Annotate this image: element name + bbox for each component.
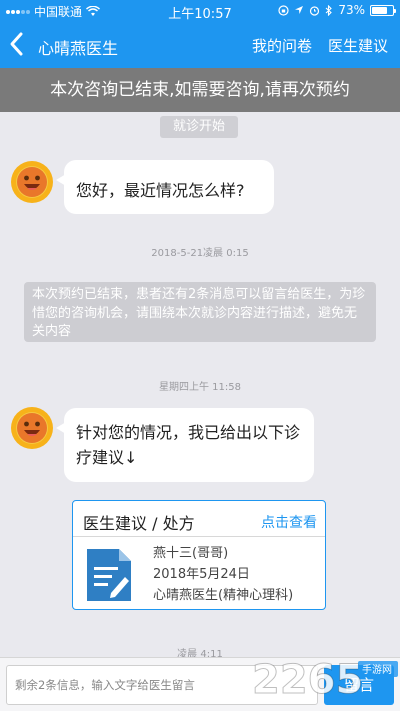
composer-bar: 留言 [0,657,400,711]
prescription-card-title: 医生建议 / 处方 [83,514,195,533]
consultation-start-chip: 就诊开始 [160,116,238,138]
prescription-date: 2018年5月24日 [153,567,250,582]
consultation-ended-banner: 本次咨询已结束,如需要咨询,请再次预约 [0,68,400,112]
prescription-card-header: 医生建议 / 处方 点击查看 [73,501,325,537]
nav-bar: 心晴燕医生 我的问卷 医生建议 [0,20,400,68]
leave-message-button[interactable]: 留言 [324,665,394,705]
back-icon[interactable] [6,30,30,58]
timestamp: 2018-5-21凌晨 0:15 [151,248,249,259]
rotation-lock-icon [278,4,289,16]
doctor-avatar-icon[interactable] [10,406,54,450]
my-questionnaire-link[interactable]: 我的问卷 [252,35,312,56]
prescription-card[interactable]: 医生建议 / 处方 点击查看 燕十三(哥哥) 2018年5月24日 心晴燕医生(… [72,500,326,610]
message-input[interactable] [6,665,318,705]
timestamp: 星期四上午 11:58 [159,382,241,393]
battery-icon [370,4,396,16]
status-bar: 中国联通 上午10:57 73% [0,0,400,22]
nav-title: 心晴燕医生 [38,39,119,58]
prescription-details: 燕十三(哥哥) 2018年5月24日 心晴燕医生(精神心理科) [153,543,293,606]
view-prescription-link[interactable]: 点击查看 [261,512,317,532]
alarm-icon [310,5,320,16]
doctor-avatar-icon[interactable] [10,160,54,204]
doctor-message-greeting: 您好，最近情况怎么样? [56,160,274,214]
battery-percent: 73% [338,3,365,17]
system-message: 本次预约已结束，患者还有2条消息可以留言给医生，为珍惜您的咨询机会，请围绕本次就… [24,282,376,342]
doctor-advice-link[interactable]: 医生建议 [328,35,388,56]
patient-name: 燕十三(哥哥) [153,546,229,561]
nav-actions: 我的问卷 医生建议 [252,35,388,56]
doctor-info: 心晴燕医生(精神心理科) [153,588,294,603]
message-text: 您好，最近情况怎么样? [76,181,245,200]
message-text: 针对您的情况，我已给出以下诊疗建议↓ [76,423,301,467]
document-icon [87,549,131,601]
bluetooth-icon [325,4,333,16]
doctor-message-advice: 针对您的情况，我已给出以下诊疗建议↓ [56,408,314,482]
status-right: 73% [278,3,396,17]
location-icon [295,6,304,14]
